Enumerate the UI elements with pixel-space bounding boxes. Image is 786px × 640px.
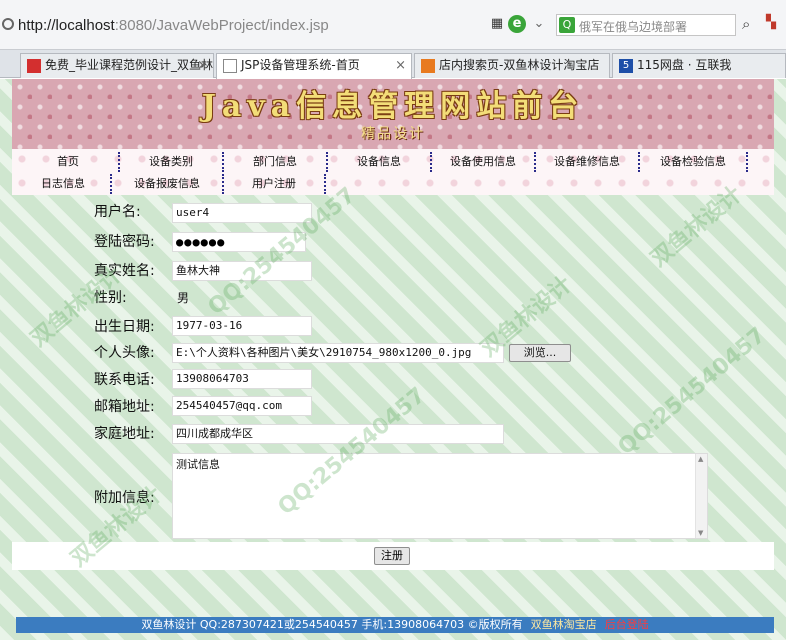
- taobao-icon: [421, 59, 435, 73]
- site-banner: Java信息管理网站前台 精品设计: [12, 79, 774, 149]
- main-nav: 首页 设备类别 部门信息 设备信息 设备使用信息 设备维修信息 设备检验信息 日…: [12, 149, 774, 195]
- tab-label: 115网盘 · 互联我: [637, 58, 732, 72]
- username-field[interactable]: user4: [172, 203, 312, 223]
- page-icon: [223, 59, 237, 73]
- avatar-label: 个人头像:: [94, 345, 155, 361]
- page-info-icon[interactable]: [2, 18, 14, 30]
- site-footer: 双鱼林设计 QQ:287307421或254540457 手机:13908064…: [16, 617, 774, 633]
- extra-info-textarea[interactable]: 测试信息 ▲ ▼: [172, 453, 708, 539]
- username-label: 用户名:: [94, 204, 141, 220]
- password-field[interactable]: ●●●●●●: [172, 232, 306, 252]
- tab-bar: 免费_毕业课程范例设计_双鱼林 × JSP设备管理系统-首页 × 店内搜索页-双…: [0, 50, 786, 79]
- page-body: Java信息管理网站前台 精品设计 首页 设备类别 部门信息 设备信息 设备使用…: [0, 79, 786, 640]
- tab-taobao-search[interactable]: 店内搜索页-双鱼林设计淘宝店: [414, 53, 610, 78]
- search-input[interactable]: Q 俄军在俄乌边境部署: [556, 14, 736, 36]
- nav-device-usage[interactable]: 设备使用信息: [430, 152, 534, 172]
- birthday-field[interactable]: 1977-03-16: [172, 316, 312, 336]
- scroll-down-icon[interactable]: ▼: [698, 529, 703, 537]
- tab-free-courses[interactable]: 免费_毕业课程范例设计_双鱼林 ×: [20, 53, 214, 78]
- password-label: 登陆密码:: [94, 234, 155, 250]
- close-icon[interactable]: ×: [197, 54, 208, 77]
- tab-label: 店内搜索页-双鱼林设计淘宝店: [439, 58, 600, 72]
- close-icon[interactable]: ×: [395, 54, 406, 77]
- nav-device-scrap[interactable]: 设备报废信息: [110, 174, 222, 194]
- footer-shop-link[interactable]: 双鱼林淘宝店: [531, 618, 597, 631]
- email-field[interactable]: 254540457@qq.com: [172, 396, 312, 416]
- textarea-scrollbar[interactable]: ▲ ▼: [695, 454, 707, 538]
- qr-code-icon[interactable]: ▦: [488, 15, 506, 33]
- phone-label: 联系电话:: [94, 372, 155, 388]
- email-label: 邮箱地址:: [94, 399, 155, 415]
- chevron-down-icon[interactable]: ⌄: [530, 15, 548, 33]
- compat-mode-icon[interactable]: e: [508, 15, 526, 33]
- nav-log[interactable]: 日志信息: [18, 174, 108, 194]
- birthday-label: 出生日期:: [94, 319, 155, 335]
- address-field[interactable]: 四川成都成华区: [172, 424, 504, 444]
- watermark: QQ:254540457: [613, 322, 771, 461]
- nav-user-register[interactable]: 用户注册: [222, 174, 326, 194]
- scroll-up-icon[interactable]: ▲: [698, 455, 703, 463]
- nav-device-category[interactable]: 设备类别: [118, 152, 222, 172]
- tab-jsp-device-system[interactable]: JSP设备管理系统-首页 ×: [216, 53, 412, 79]
- tab-115-cloud[interactable]: 5 115网盘 · 互联我: [612, 53, 786, 78]
- url-path: :8080/JavaWebProject/index.jsp: [114, 17, 329, 34]
- realname-field[interactable]: 鱼林大神: [172, 261, 312, 281]
- search-icon[interactable]: ⌕: [742, 15, 750, 33]
- banner-subtitle: 精品设计: [361, 126, 425, 142]
- footer-copyright: 双鱼林设计 QQ:287307421或254540457 手机:13908064…: [141, 618, 523, 631]
- browse-button[interactable]: 浏览...: [509, 344, 571, 362]
- red-square-icon: [27, 59, 41, 73]
- phone-field[interactable]: 13908064703: [172, 369, 312, 389]
- extra-info-text: 测试信息: [176, 458, 220, 471]
- search-placeholder: 俄军在俄乌边境部署: [579, 20, 688, 34]
- banner-title: Java信息管理网站前台: [201, 89, 585, 124]
- submit-row: 注册: [12, 542, 774, 570]
- tab-label: JSP设备管理系统-首页: [241, 58, 360, 72]
- search-engine-icon[interactable]: Q: [559, 17, 575, 33]
- nav-home[interactable]: 首页: [18, 152, 118, 172]
- avatar-file-field[interactable]: E:\个人资料\各种图片\美女\2910754_980x1200_0.jpg: [172, 343, 504, 363]
- nav-device-repair[interactable]: 设备维修信息: [534, 152, 638, 172]
- footer-admin-login-link[interactable]: 后台登陆: [605, 618, 649, 631]
- address-label: 家庭地址:: [94, 426, 155, 442]
- 115-icon: 5: [619, 59, 633, 73]
- realname-label: 真实姓名:: [94, 263, 155, 279]
- nav-department[interactable]: 部门信息: [222, 152, 326, 172]
- extra-info-label: 附加信息:: [94, 490, 155, 506]
- nav-device-info[interactable]: 设备信息: [326, 152, 430, 172]
- gender-value[interactable]: 男: [177, 289, 189, 306]
- apps-icon[interactable]: ▚: [766, 15, 776, 30]
- nav-device-inspection[interactable]: 设备检验信息: [638, 152, 748, 172]
- tab-label: 免费_毕业课程范例设计_双鱼林: [45, 58, 214, 72]
- gender-label: 性别:: [94, 290, 127, 306]
- register-submit-button[interactable]: 注册: [374, 547, 410, 565]
- url-host: http://localhost: [18, 17, 115, 34]
- url-field[interactable]: http://localhost:8080/JavaWebProject/ind…: [18, 17, 329, 34]
- browser-address-bar: http://localhost:8080/JavaWebProject/ind…: [0, 0, 786, 50]
